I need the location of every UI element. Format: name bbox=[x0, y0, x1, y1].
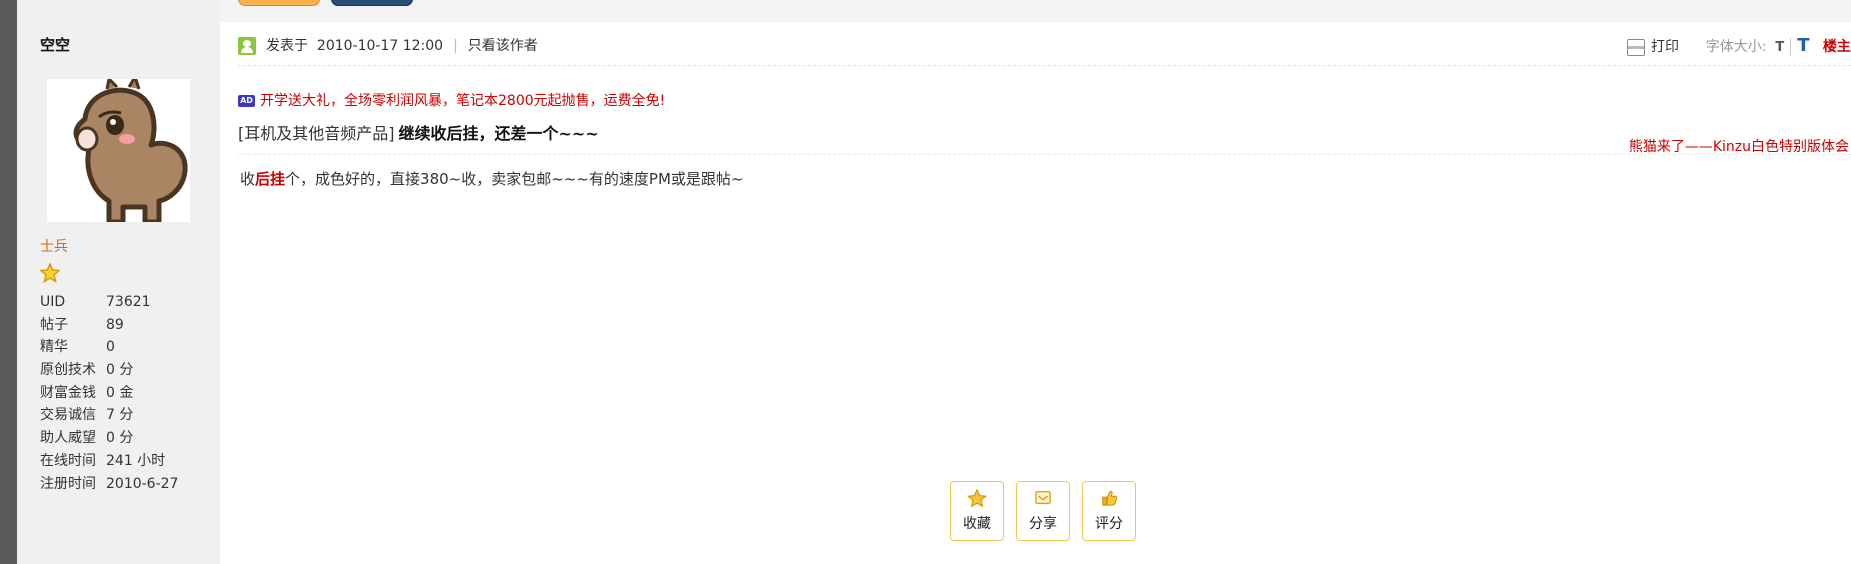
stat-value: 241 小时 bbox=[106, 452, 166, 469]
body-text-start: 收 bbox=[240, 170, 256, 188]
stat-registered: 注册时间 2010-6-27 bbox=[40, 473, 178, 496]
share-button[interactable]: 分享 bbox=[1016, 481, 1070, 541]
body-text-rest: 个，成色好的，直接380~收，卖家包邮~~~有的速度PM或是跟帖~ bbox=[285, 170, 744, 188]
stat-posts: 帖子 89 bbox=[40, 314, 178, 337]
stat-tech: 原创技术 0 分 bbox=[40, 359, 178, 382]
stat-label: 注册时间 bbox=[40, 475, 96, 492]
stat-value: 0 分 bbox=[106, 362, 134, 379]
rate-label: 评分 bbox=[1095, 516, 1123, 532]
posted-prefix: 发表于 bbox=[266, 38, 308, 54]
stat-online: 在线时间 241 小时 bbox=[40, 450, 178, 473]
rank-star-icon bbox=[40, 263, 60, 283]
post-body: 收后挂个，成色好的，直接380~收，卖家包邮~~~有的速度PM或是跟帖~ bbox=[240, 168, 744, 190]
top-toolbar-band bbox=[220, 0, 1851, 22]
meta-separator: | bbox=[453, 38, 458, 54]
ad-line[interactable]: AD 开学送大礼，全场零利润风暴，笔记本2800元起抛售，运费全免! bbox=[238, 91, 665, 111]
star-icon bbox=[966, 489, 988, 507]
stat-value[interactable]: 89 bbox=[106, 317, 124, 333]
stat-value: 0 金 bbox=[106, 384, 134, 401]
favorite-label: 收藏 bbox=[963, 516, 991, 532]
stat-label: 帖子 bbox=[40, 316, 68, 333]
online-user-icon bbox=[238, 37, 256, 55]
rate-button[interactable]: 评分 bbox=[1082, 481, 1136, 541]
ad-text[interactable]: 开学送大礼，全场零利润风暴，笔记本2800元起抛售，运费全免! bbox=[260, 93, 665, 109]
window-edge bbox=[0, 0, 17, 564]
posted-time: 2010-10-17 12:00 bbox=[316, 38, 444, 54]
stat-uid: UID 73621 bbox=[40, 291, 178, 314]
author-name[interactable]: 空空 bbox=[40, 34, 70, 55]
title-divider bbox=[238, 154, 1851, 155]
share-icon bbox=[1035, 491, 1051, 505]
stat-prestige: 助人威望 0 分 bbox=[40, 427, 178, 450]
stat-trust: 交易诚信 7 分 bbox=[40, 404, 178, 427]
stat-label: 在线时间 bbox=[40, 452, 96, 469]
post-meta: 发表于 2010-10-17 12:00 | 只看该作者 bbox=[238, 33, 538, 59]
floor-label: 楼主 bbox=[1822, 39, 1851, 55]
print-button[interactable]: 打印 bbox=[1627, 38, 1679, 56]
avatar[interactable] bbox=[47, 73, 190, 225]
body-keyword-link[interactable]: 后挂 bbox=[255, 170, 285, 188]
stat-label: UID bbox=[40, 294, 66, 310]
stat-value[interactable]: 73621 bbox=[106, 294, 151, 310]
post-title-text: 继续收后挂，还差一个~~~ bbox=[398, 124, 599, 143]
stat-label: 精华 bbox=[40, 339, 68, 356]
stat-digest: 精华 0 bbox=[40, 336, 178, 359]
post-tools: 打印 字体大小: TT 楼主 bbox=[1627, 33, 1851, 59]
favorite-button[interactable]: 收藏 bbox=[950, 481, 1004, 541]
printer-icon bbox=[1627, 38, 1645, 56]
ad-badge-icon: AD bbox=[238, 95, 255, 107]
print-label: 打印 bbox=[1651, 39, 1679, 55]
only-author-link[interactable]: 只看该作者 bbox=[468, 38, 538, 54]
stat-label: 财富金钱 bbox=[40, 384, 96, 401]
font-big-button[interactable]: T bbox=[1797, 35, 1809, 56]
font-small-button[interactable]: T bbox=[1775, 40, 1784, 55]
font-divider bbox=[1790, 38, 1792, 56]
font-size-label: 字体大小: bbox=[1705, 39, 1767, 55]
stat-label: 交易诚信 bbox=[40, 407, 96, 424]
stat-value: 0 分 bbox=[106, 430, 134, 447]
new-post-button[interactable] bbox=[331, 0, 413, 6]
avatar-image bbox=[47, 73, 190, 225]
thumbs-up-icon bbox=[1102, 490, 1118, 506]
reply-button[interactable] bbox=[238, 0, 320, 6]
header-divider bbox=[238, 65, 1851, 66]
author-stats: UID 73621 帖子 89 精华 0 原创技术 0 分 财富金钱 0 金 交易诚信 7 … bbox=[40, 291, 178, 495]
stat-value[interactable]: 0 bbox=[106, 339, 115, 355]
post-title: [耳机及其他音频产品] 继续收后挂，还差一个~~~ bbox=[238, 123, 599, 145]
stat-label: 原创技术 bbox=[40, 362, 96, 379]
stat-value: 7 分 bbox=[106, 407, 134, 424]
stat-value: 2010-6-27 bbox=[106, 475, 179, 492]
share-label: 分享 bbox=[1029, 516, 1057, 532]
post-category[interactable]: [耳机及其他音频产品] bbox=[238, 124, 395, 143]
stat-money: 财富金钱 0 金 bbox=[40, 382, 178, 405]
rank-label[interactable]: 士兵 bbox=[40, 236, 68, 256]
stat-label: 助人威望 bbox=[40, 430, 96, 447]
